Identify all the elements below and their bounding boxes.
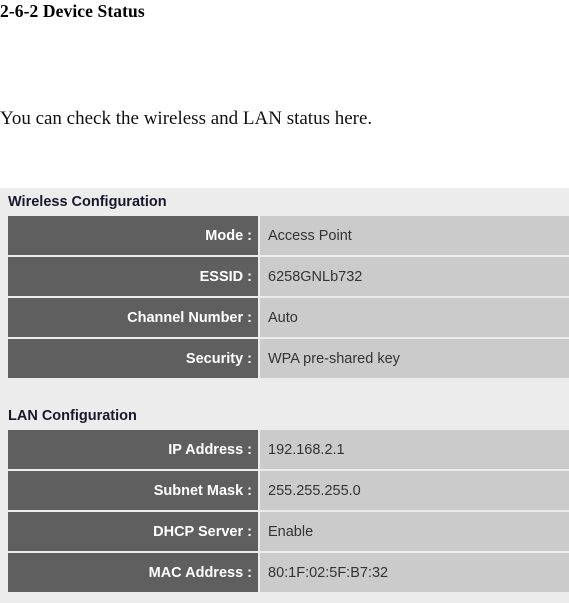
row-label-essid: ESSID : bbox=[8, 257, 258, 296]
row-label-ip-address: IP Address : bbox=[8, 430, 258, 469]
row-label-mac-address: MAC Address : bbox=[8, 553, 258, 592]
row-value-ip-address: 192.168.2.1 bbox=[258, 430, 569, 469]
table-row: Security : WPA pre-shared key bbox=[0, 339, 569, 378]
section-heading-wireless: Wireless Configuration bbox=[8, 194, 167, 210]
row-label-dhcp-server: DHCP Server : bbox=[8, 512, 258, 551]
table-row: DHCP Server : Enable bbox=[0, 512, 569, 551]
table-row: IP Address : 192.168.2.1 bbox=[0, 430, 569, 469]
row-value-security: WPA pre-shared key bbox=[258, 339, 569, 378]
table-row: Channel Number : Auto bbox=[0, 298, 569, 337]
row-value-mac-address: 80:1F:02:5F:B7:32 bbox=[258, 553, 569, 592]
row-value-subnet-mask: 255.255.255.0 bbox=[258, 471, 569, 510]
row-label-security: Security : bbox=[8, 339, 258, 378]
table-row: Subnet Mask : 255.255.255.0 bbox=[0, 471, 569, 510]
section-heading-lan: LAN Configuration bbox=[8, 408, 137, 424]
section-wireless-configuration: Wireless Configuration Mode : Access Poi… bbox=[0, 188, 569, 378]
page-title: 2-6-2 Device Status bbox=[0, 1, 145, 21]
section-lan-configuration: LAN Configuration IP Address : 192.168.2… bbox=[0, 402, 569, 592]
lan-status-table: IP Address : 192.168.2.1 Subnet Mask : 2… bbox=[0, 430, 569, 592]
row-value-channel-number: Auto bbox=[258, 298, 569, 337]
table-row: Mode : Access Point bbox=[0, 216, 569, 255]
device-status-panel: Wireless Configuration Mode : Access Poi… bbox=[0, 188, 569, 603]
section-divider-gap bbox=[0, 380, 569, 402]
row-value-mode: Access Point bbox=[258, 216, 569, 255]
row-label-subnet-mask: Subnet Mask : bbox=[8, 471, 258, 510]
table-row: MAC Address : 80:1F:02:5F:B7:32 bbox=[0, 553, 569, 592]
row-label-channel-number: Channel Number : bbox=[8, 298, 258, 337]
intro-paragraph: You can check the wireless and LAN statu… bbox=[0, 108, 373, 129]
table-row: ESSID : 6258GNLb732 bbox=[0, 257, 569, 296]
row-value-dhcp-server: Enable bbox=[258, 512, 569, 551]
wireless-status-table: Mode : Access Point ESSID : 6258GNLb732 … bbox=[0, 216, 569, 378]
row-value-essid: 6258GNLb732 bbox=[258, 257, 569, 296]
row-label-mode: Mode : bbox=[8, 216, 258, 255]
